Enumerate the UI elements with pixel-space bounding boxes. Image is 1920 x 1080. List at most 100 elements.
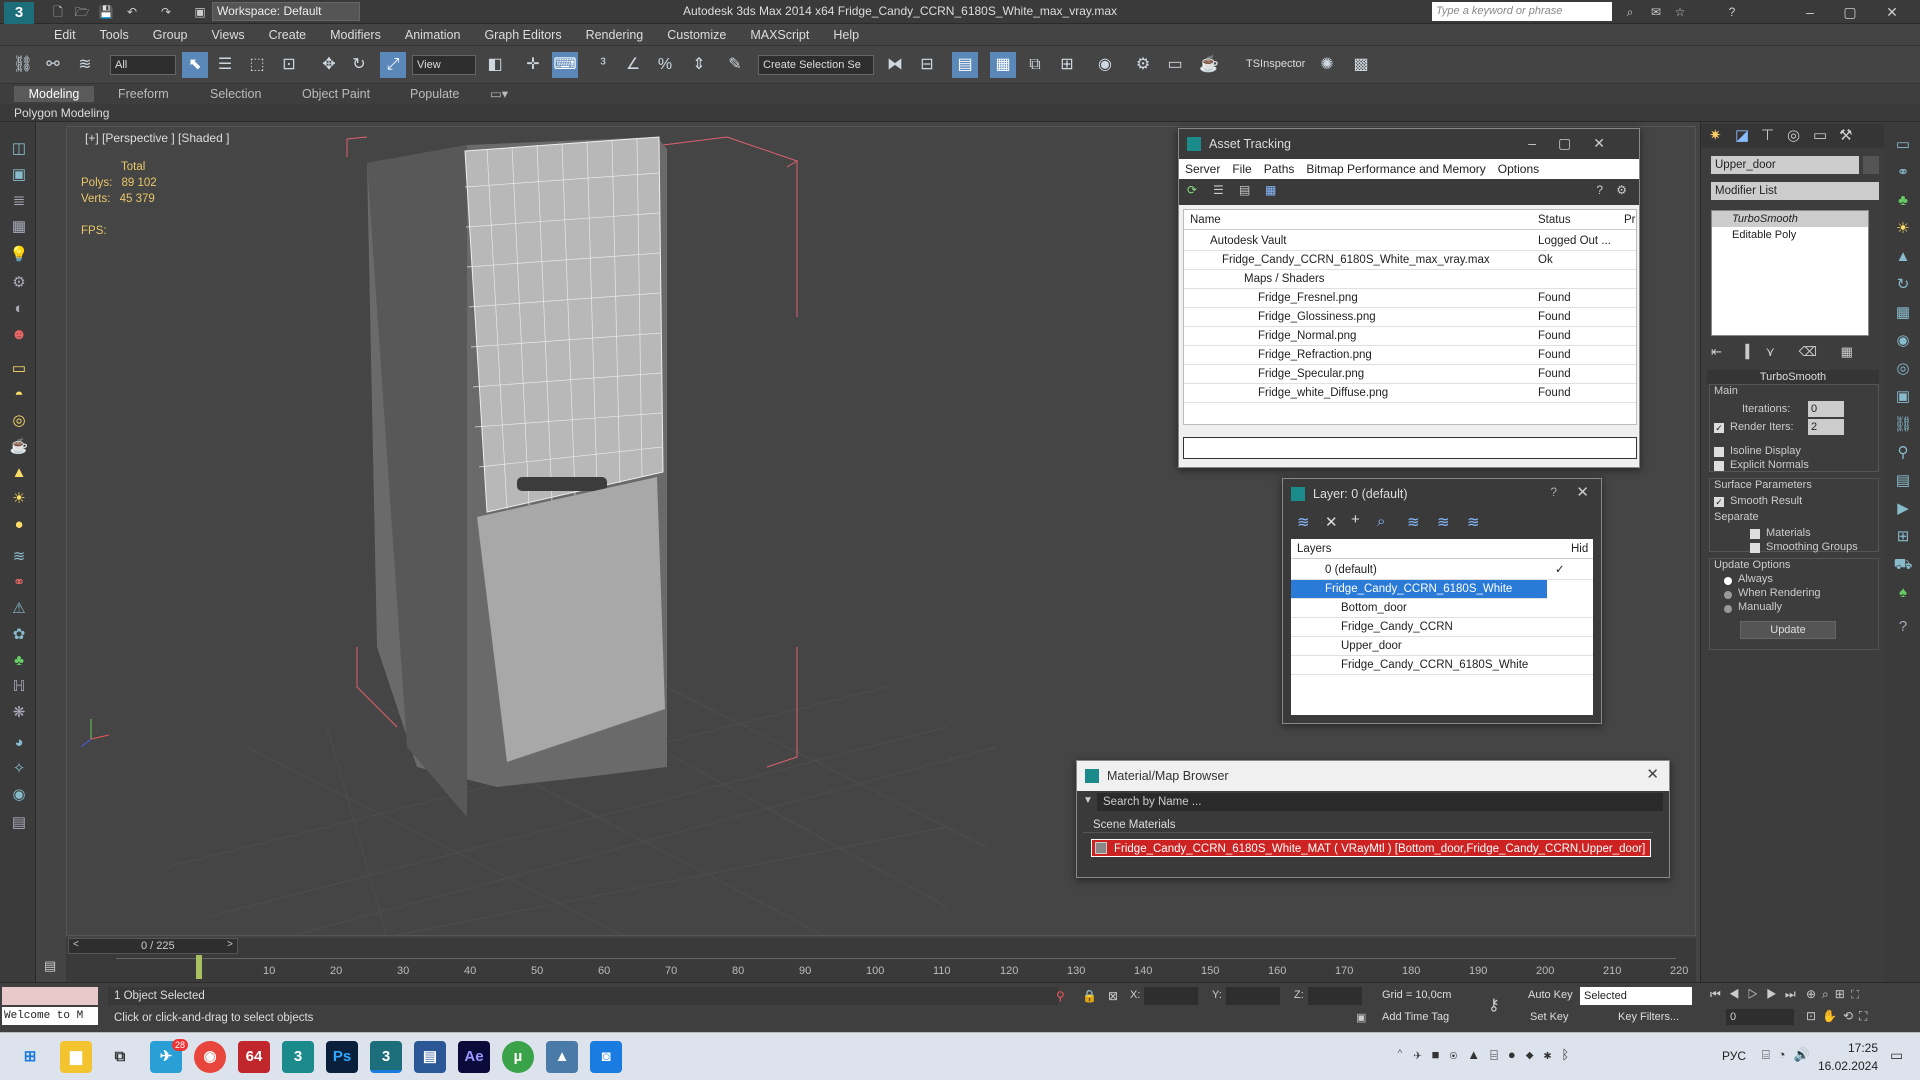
layer-row[interactable]: Fridge_Candy_CCRN	[1291, 618, 1593, 637]
photoshop-icon[interactable]: Ps	[326, 1041, 358, 1073]
material-editor-icon[interactable]: ◉	[1092, 52, 1118, 78]
3dsmax-icon[interactable]: 3	[282, 1041, 314, 1073]
column-layers[interactable]: Layers	[1297, 539, 1332, 559]
key-filters-button[interactable]: Key Filters...	[1618, 1011, 1679, 1023]
new-file-icon[interactable]: 🗋	[50, 4, 66, 20]
menu-animation[interactable]: Animation	[393, 24, 473, 46]
material-map-browser[interactable]: Material/Map Browser ✕ Search by Name ..…	[1076, 760, 1670, 878]
ring-tool-icon[interactable]: ◎	[1892, 358, 1914, 380]
active-check-icon[interactable]: ✓	[1555, 561, 1565, 580]
menu-paths[interactable]: Paths	[1258, 162, 1301, 176]
graphite-tools-icon[interactable]: ▦	[990, 52, 1016, 78]
save-file-icon[interactable]: 💾	[98, 4, 114, 20]
snaps-toggle-icon[interactable]: ³	[590, 52, 616, 78]
tab-object-paint[interactable]: Object Paint	[302, 86, 370, 102]
key-icon[interactable]: ⚷	[1488, 995, 1500, 1015]
orbit-controls[interactable]: ⊡✋⟲⛶	[1806, 1009, 1873, 1024]
stack-tools[interactable]: ⇤ ▍⋎ ⌫ ▦	[1711, 344, 1879, 362]
menu-maxscript[interactable]: MAXScript	[738, 24, 821, 46]
capture-tool-icon[interactable]: ▣	[1892, 386, 1914, 408]
selection-lock-icon[interactable]: 🔒	[1082, 989, 1097, 1003]
map-tool-icon[interactable]: ▦	[1892, 302, 1914, 324]
tab-populate[interactable]: Populate	[410, 86, 459, 102]
help-icon[interactable]: ?	[1724, 4, 1740, 20]
select-by-name-icon[interactable]: ☰	[212, 52, 238, 78]
delete-layer-icon[interactable]: ✕	[1325, 513, 1338, 531]
maxscript-listener[interactable]: Welcome to M	[2, 1007, 98, 1025]
edit-named-selection-icon[interactable]: ✎	[722, 52, 748, 78]
image-viewer-icon[interactable]: ▲	[546, 1041, 578, 1073]
asset-row[interactable]: Fridge_Fresnel.png Found	[1184, 289, 1636, 308]
close-icon[interactable]: ✕	[1576, 483, 1589, 501]
explicit-normals-checkbox[interactable]	[1714, 461, 1724, 471]
plant-tool-icon[interactable]: ♣	[1892, 190, 1914, 212]
layer-manager-icon[interactable]: ▤	[952, 52, 978, 78]
column-hide[interactable]: Hid	[1571, 539, 1588, 559]
workspace-dropdown[interactable]: Workspace: Default	[212, 2, 360, 21]
asset-path-field[interactable]	[1183, 437, 1637, 459]
car-tool-icon[interactable]: ⛟	[1892, 554, 1914, 576]
x-coordinate-field[interactable]	[1144, 987, 1198, 1005]
camera-tool-icon[interactable]: ▭	[1892, 134, 1914, 156]
pin-tool-icon[interactable]: ⚲	[1892, 442, 1914, 464]
navigation-controls[interactable]: ⊕⌕⊞⛶	[1806, 987, 1865, 1002]
rotate-tool-icon[interactable]: ↻	[1892, 274, 1914, 296]
scene-materials-header[interactable]: Scene Materials	[1083, 817, 1653, 833]
cylinder-icon[interactable]: ●	[8, 514, 30, 536]
menu-tools[interactable]: Tools	[88, 24, 141, 46]
settings-gear-icon[interactable]: ✺	[1314, 52, 1340, 78]
time-slider[interactable]: < 0 / 225 >	[68, 938, 238, 954]
helper-icon[interactable]: ⚠	[8, 598, 30, 620]
menu-group[interactable]: Group	[141, 24, 200, 46]
task-view-icon[interactable]: ⧉	[104, 1041, 136, 1073]
asset-row[interactable]: Autodesk Vault Logged Out ...	[1184, 232, 1636, 251]
iterations-input[interactable]: 0	[1808, 401, 1844, 417]
close-icon[interactable]: ✕	[1872, 2, 1912, 22]
character-icon[interactable]: ☻	[8, 324, 30, 346]
grid-tool-icon[interactable]: ⊞	[1892, 526, 1914, 548]
menu-rendering[interactable]: Rendering	[574, 24, 656, 46]
freeze-all-icon[interactable]: ≋	[1467, 513, 1480, 531]
cone-icon[interactable]: ▲	[8, 462, 30, 484]
connect-icon[interactable]: ⚙	[8, 272, 30, 294]
curve-editor-icon[interactable]: ⧉	[1022, 52, 1048, 78]
stack-item-editable-poly[interactable]: Editable Poly	[1712, 227, 1868, 243]
tab-freeform[interactable]: Freeform	[118, 86, 169, 102]
sphere-icon[interactable]: ◓	[8, 384, 30, 406]
y-coordinate-field[interactable]	[1226, 987, 1280, 1005]
screenshot-icon[interactable]: ◙	[590, 1041, 622, 1073]
ivy-icon[interactable]: ✿	[8, 624, 30, 646]
when-rendering-radio[interactable]	[1724, 591, 1732, 599]
auto-key-button[interactable]: Auto Key	[1528, 989, 1573, 1001]
render-production-icon[interactable]: ☕	[1196, 52, 1222, 78]
object-name-field[interactable]: Upper_door	[1711, 156, 1859, 174]
column-status[interactable]: Status	[1538, 210, 1571, 230]
notepad-icon[interactable]: ▤	[414, 1041, 446, 1073]
pivot-center-icon[interactable]: ◧	[482, 52, 508, 78]
cone-tool-icon[interactable]: ▲	[1892, 246, 1914, 268]
percent-snap-icon[interactable]: %	[652, 52, 678, 78]
minimize-icon[interactable]: –	[1790, 2, 1830, 22]
light-tool-icon[interactable]: ☀	[1892, 218, 1914, 240]
redo-icon[interactable]: ↷	[158, 4, 174, 20]
asset-row[interactable]: Fridge_Glossiness.png Found	[1184, 308, 1636, 327]
pattern-icon[interactable]: ❋	[8, 702, 30, 724]
schematic-view-icon[interactable]: ⊞	[1054, 52, 1080, 78]
always-radio[interactable]	[1724, 577, 1732, 585]
isoline-checkbox[interactable]	[1714, 447, 1724, 457]
layer-row[interactable]: Upper_door	[1291, 637, 1593, 656]
add-layer-icon[interactable]: +	[1351, 511, 1360, 528]
keyboard-shortcut-toggle-icon[interactable]: ⌨	[552, 52, 578, 78]
scene-icon[interactable]: ✧	[8, 758, 30, 780]
set-key-button[interactable]: Set Key	[1530, 1011, 1569, 1023]
object-color-swatch[interactable]	[1863, 156, 1879, 174]
menu-file[interactable]: File	[1226, 162, 1257, 176]
asset-row[interactable]: Fridge_Normal.png Found	[1184, 327, 1636, 346]
menu-graph-editors[interactable]: Graph Editors	[472, 24, 573, 46]
64-app-icon[interactable]: 64	[238, 1041, 270, 1073]
layer-manager-window[interactable]: Layer: 0 (default) ? ✕ ≋ ✕ + ⌕ ≋ ≋ ≋ Lay…	[1282, 478, 1602, 724]
column-name[interactable]: Name	[1190, 210, 1221, 230]
time-slider-prev-icon[interactable]: <	[73, 939, 79, 950]
window-crossing-icon[interactable]: ⊡	[276, 52, 302, 78]
move-icon[interactable]: ✥	[316, 52, 342, 78]
